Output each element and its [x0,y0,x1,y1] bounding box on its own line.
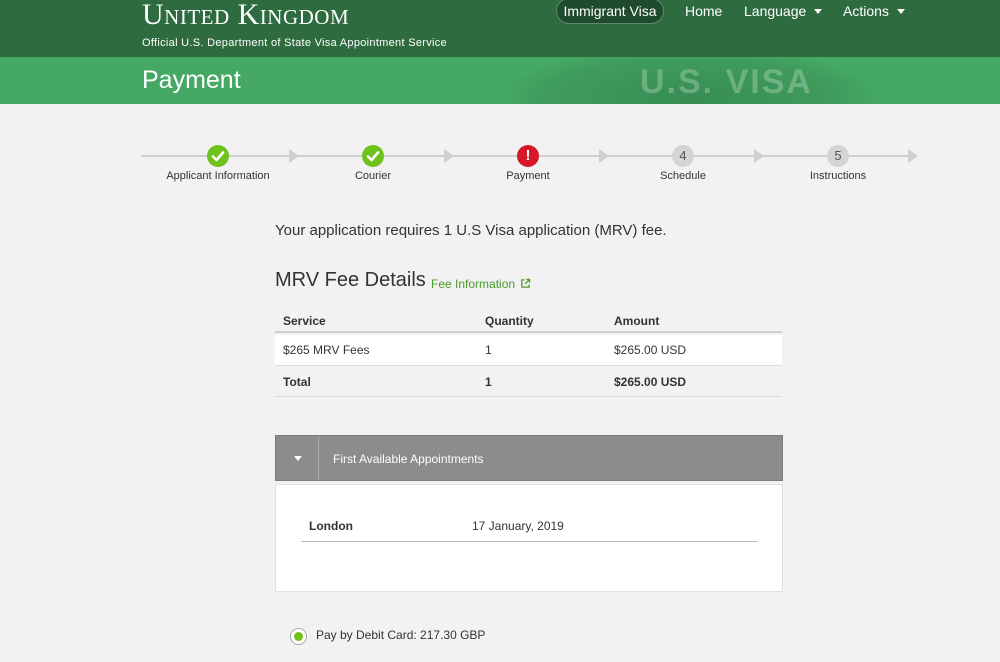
accordion-toggle-button[interactable] [276,436,319,480]
chevron-down-icon [896,9,905,14]
banner-watermark: U.S. VISA [640,63,813,101]
step-1-check-icon [207,145,229,167]
site-title[interactable]: United Kingdom [142,0,349,32]
nav-home-label: Home [685,3,723,19]
column-header-amount: Amount [614,314,660,328]
step-3-alert-icon: ! [517,145,539,167]
appointments-panel: London 17 January, 2019 [275,484,783,592]
nav-actions-label: Actions [843,3,889,19]
chevron-down-icon [814,9,823,14]
step-4-number: 4 [672,145,694,167]
pay-debit-card-label[interactable]: Pay by Debit Card: 217.30 GBP [316,628,485,642]
fee-information-link[interactable]: Fee Information [431,277,531,291]
list-item: London 17 January, 2019 [301,505,758,542]
step-arrow-icon [908,149,918,163]
column-header-service: Service [283,314,326,328]
caret-down-icon [294,456,302,461]
column-header-quantity: Quantity [485,314,534,328]
pay-debit-card-radio[interactable] [290,628,307,645]
nav-language-dropdown[interactable]: Language [744,3,823,19]
nav-actions-dropdown[interactable]: Actions [843,3,905,19]
radio-selected-indicator [294,632,303,641]
nav-language-label: Language [744,3,807,19]
nav-home[interactable]: Home [685,3,722,19]
total-label: Total [283,375,311,389]
table-total-row: Total 1 $265.00 USD [275,366,782,397]
fee-requirement-text: Your application requires 1 U.S Visa app… [275,222,667,239]
step-5-label: Instructions [809,170,867,182]
external-link-icon [521,278,531,288]
appointments-accordion-header[interactable]: First Available Appointments [275,435,783,481]
step-arrow-icon [754,149,764,163]
row-amount: $265.00 USD [614,343,687,357]
appointment-date: 17 January, 2019 [472,519,564,533]
step-arrow-icon [444,149,454,163]
step-arrow-icon [599,149,609,163]
step-4-label: Schedule [660,170,706,182]
step-3-label: Payment [506,170,550,182]
table-header-row: Service Quantity Amount [275,308,782,333]
row-quantity: 1 [485,343,492,357]
step-2-check-icon [362,145,384,167]
row-service: $265 MRV Fees [283,343,370,357]
step-1-label: Applicant Information [166,170,270,182]
step-arrow-icon [289,149,299,163]
step-2-label: Courier [354,170,392,182]
nav-immigrant-visa[interactable]: Immigrant Visa [556,0,664,24]
page-title: Payment [142,66,241,94]
fee-details-title: MRV Fee Details [275,269,426,291]
total-amount: $265.00 USD [614,375,687,389]
page-banner: U.S. VISA Payment [0,57,1000,104]
top-header: United Kingdom Official U.S. Department … [0,0,1000,57]
appointment-location: London [309,519,353,533]
step-5-number: 5 [827,145,849,167]
appointments-title: First Available Appointments [333,452,484,466]
table-row: $265 MRV Fees 1 $265.00 USD [275,335,782,366]
fee-information-label: Fee Information [431,277,516,291]
site-subtitle: Official U.S. Department of State Visa A… [142,37,447,49]
total-quantity: 1 [485,375,492,389]
